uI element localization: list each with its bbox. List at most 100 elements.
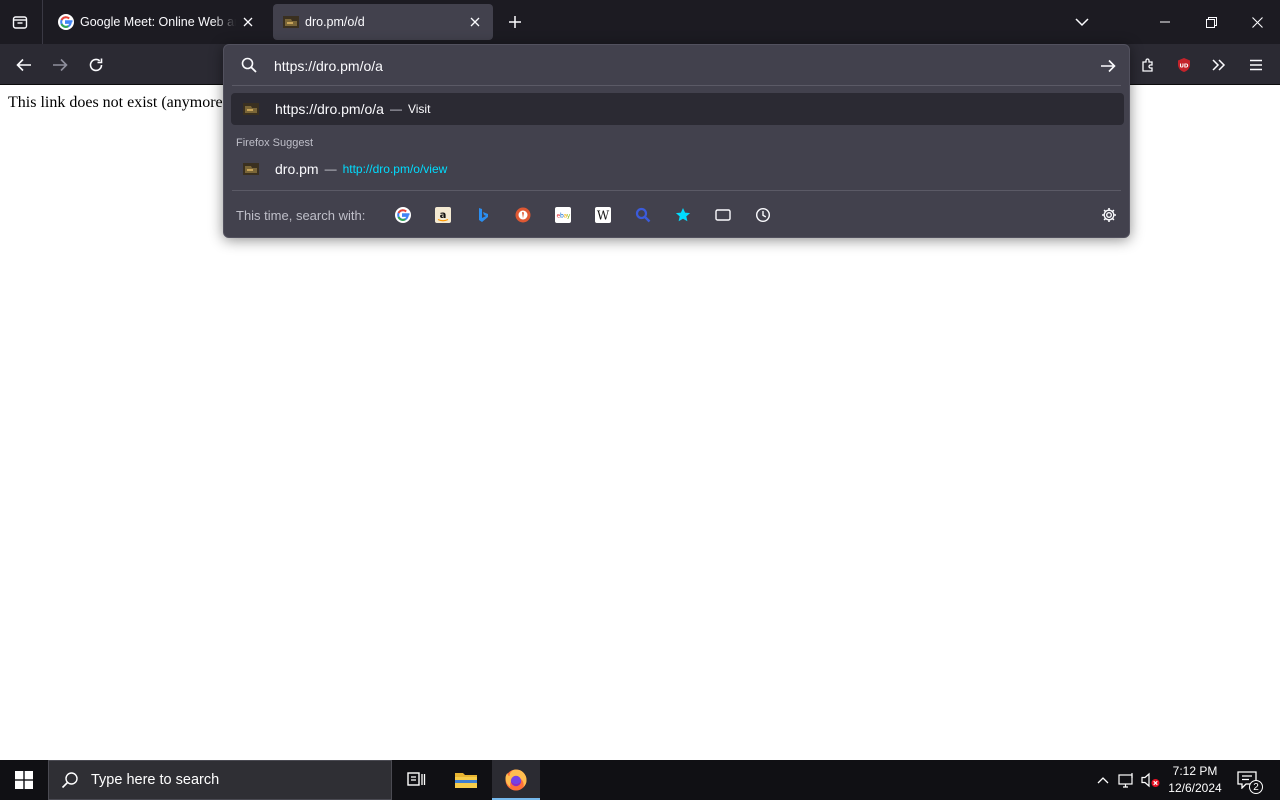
engine-bing-button[interactable] — [473, 205, 493, 225]
folder-icon — [455, 773, 477, 788]
svg-text:W: W — [597, 209, 610, 223]
dropm-icon — [283, 16, 299, 28]
new-tab-button[interactable] — [503, 10, 527, 34]
network-tray-button[interactable] — [1117, 770, 1137, 790]
reload-button[interactable] — [81, 50, 111, 80]
bing-icon — [479, 208, 488, 222]
result-title: https://dro.pm/o/a — [275, 101, 384, 117]
search-settings-button[interactable] — [1099, 205, 1119, 225]
result-suggestion[interactable]: dro.pm — http://dro.pm/o/view — [231, 153, 1124, 185]
task-view-button[interactable] — [392, 760, 440, 800]
volume-tray-button[interactable] — [1141, 770, 1161, 790]
app-menu-button[interactable] — [1243, 52, 1269, 78]
gear-icon — [1102, 208, 1116, 222]
forward-arrow-icon — [53, 58, 68, 72]
history-search-button[interactable] — [753, 205, 773, 225]
windows-taskbar: Type here to search 7:12 PM 12/6/2024 2 — [0, 760, 1280, 800]
go-button[interactable] — [1097, 55, 1119, 77]
firefox-taskbar-button[interactable] — [492, 760, 540, 800]
arrow-right-icon — [1101, 59, 1116, 73]
ebay-icon: e b a y — [555, 207, 571, 223]
close-icon — [1251, 16, 1263, 28]
firefox-view-button[interactable] — [6, 8, 34, 36]
strip-divider — [42, 0, 43, 44]
result-title: dro.pm — [275, 161, 319, 177]
wikipedia-icon: W — [595, 207, 611, 223]
dropm-icon — [243, 103, 259, 115]
result-url: http://dro.pm/o/view — [342, 162, 448, 176]
engine-amazon-button[interactable]: a — [433, 205, 453, 225]
double-chevron-icon — [1212, 59, 1226, 71]
restore-icon — [1205, 16, 1217, 28]
back-arrow-icon — [16, 58, 31, 72]
google-icon — [58, 14, 74, 30]
tabs-search-button[interactable] — [713, 205, 733, 225]
divider — [232, 190, 1121, 191]
bookmarks-star-icon — [675, 208, 691, 222]
list-all-tabs-button[interactable] — [1070, 10, 1094, 34]
tab-strip: Google Meet: Online Web and Video Callin… — [0, 0, 1280, 44]
svg-text:y: y — [567, 213, 571, 220]
tab-close-button[interactable] — [467, 14, 483, 30]
svg-text:UD: UD — [1179, 64, 1188, 70]
bookmarks-search-button[interactable] — [673, 205, 693, 225]
tab-google-meet[interactable]: Google Meet: Online Web and Video Callin… — [48, 4, 266, 40]
address-bar-popup: https://dro.pm/o/a — Visit Firefox Sugge… — [223, 44, 1130, 238]
engine-ebay-button[interactable]: e b a y — [553, 205, 573, 225]
search-icon — [635, 207, 651, 223]
taskbar-search-box[interactable]: Type here to search — [48, 760, 392, 800]
forward-button[interactable] — [45, 50, 75, 80]
engine-duckduckgo-button[interactable] — [513, 205, 533, 225]
volume-muted-icon — [1141, 772, 1160, 788]
result-action: Visit — [407, 102, 431, 116]
taskbar-search-placeholder: Type here to search — [91, 772, 220, 788]
back-button[interactable] — [9, 50, 39, 80]
search-icon — [61, 772, 78, 789]
result-separator: — — [389, 102, 402, 116]
plus-icon — [509, 16, 521, 28]
overflow-menu-button[interactable] — [1206, 52, 1232, 78]
search-icon — [241, 57, 257, 73]
hamburger-icon — [1250, 59, 1262, 71]
minimize-icon — [1160, 21, 1170, 23]
firefox-view-icon — [12, 16, 28, 29]
close-icon — [243, 17, 253, 27]
tab-dro-pm[interactable]: dro.pm/o/d — [273, 4, 493, 40]
address-bar — [224, 45, 1129, 85]
tab-close-button[interactable] — [240, 14, 256, 30]
tabs-icon — [715, 209, 731, 221]
notification-count-badge: 2 — [1249, 780, 1263, 794]
start-button[interactable] — [0, 760, 48, 800]
duckduckgo-icon — [515, 207, 531, 223]
action-center-button[interactable]: 2 — [1234, 768, 1263, 794]
system-clock[interactable]: 7:12 PM 12/6/2024 — [1166, 763, 1224, 797]
window-close-button[interactable] — [1234, 0, 1280, 44]
chevron-up-icon — [1097, 777, 1109, 784]
page-body-text: This link does not exist (anymore — [8, 94, 223, 111]
extensions-button[interactable] — [1135, 52, 1161, 78]
file-explorer-button[interactable] — [442, 760, 490, 800]
one-off-label: This time, search with: — [236, 208, 366, 223]
url-input[interactable] — [274, 55, 1074, 77]
close-icon — [470, 17, 480, 27]
divider — [232, 85, 1121, 86]
ublock-origin-button[interactable]: UD — [1171, 52, 1197, 78]
engine-custom-search-button[interactable] — [633, 205, 653, 225]
result-visit-url[interactable]: https://dro.pm/o/a — Visit — [231, 93, 1124, 125]
clock-time: 7:12 PM — [1172, 764, 1218, 778]
clock-date: 12/6/2024 — [1168, 781, 1222, 795]
amazon-icon: a — [435, 207, 451, 223]
engine-google-button[interactable] — [393, 205, 413, 225]
tab-title: Google Meet: Online Web and Video Callin… — [80, 15, 236, 29]
minimize-button[interactable] — [1142, 0, 1188, 44]
result-separator: — — [324, 162, 337, 176]
show-hidden-icons-button[interactable] — [1093, 770, 1113, 790]
google-icon — [395, 207, 411, 223]
task-view-icon — [407, 772, 426, 786]
history-icon — [755, 207, 771, 223]
group-label: Firefox Suggest — [236, 137, 314, 149]
dropm-icon — [243, 163, 259, 175]
restore-button[interactable] — [1188, 0, 1234, 44]
network-icon — [1118, 773, 1133, 788]
engine-wikipedia-button[interactable]: W — [593, 205, 613, 225]
